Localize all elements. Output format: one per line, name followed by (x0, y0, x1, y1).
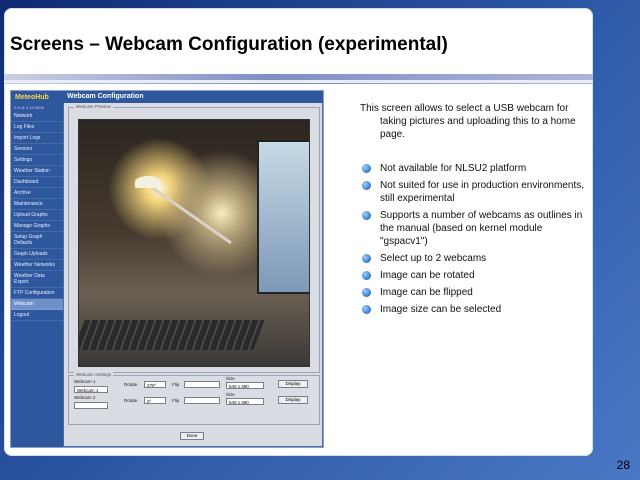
size1-label: Size (226, 376, 235, 381)
rotate2-select[interactable]: 0° (144, 397, 166, 404)
webcam-config-screenshot: MeteoHub 2.6 v1.2 12.2006 Network Log Fil… (10, 90, 324, 448)
bullet-text: Image size can be selected (380, 304, 502, 315)
slide-description: This screen allows to select a USB webca… (360, 102, 584, 141)
bullet-item: Image can be rotated (362, 269, 587, 282)
nav-item-2[interactable]: Import Logs (11, 133, 63, 144)
nav-item-17[interactable]: Logout (11, 310, 63, 321)
bullet-text: Not suited for use in production environ… (380, 180, 584, 204)
bullet-text: Image can be flipped (380, 287, 473, 298)
bullet-dot-icon (362, 271, 371, 280)
page-number: 28 (616, 458, 630, 472)
bullet-item: Select up to 2 webcams (362, 252, 587, 265)
nav-item-15[interactable]: FTP Configuration (11, 288, 63, 299)
lamp-arm-shape (148, 184, 232, 245)
rotate1-select[interactable]: 270° (144, 381, 166, 388)
nav-item-14[interactable]: Weather Data Export (11, 271, 63, 288)
nav-item-7[interactable]: Archive (11, 188, 63, 199)
app-header: Webcam Configuration (63, 91, 323, 103)
nav-item-8[interactable]: Maintenance (11, 199, 63, 210)
bullet-dot-icon (362, 164, 371, 173)
app-brand: MeteoHub (15, 94, 49, 101)
monitor-shape (257, 140, 309, 294)
nav-item-5[interactable]: Weather Station (11, 166, 63, 177)
app-nav: Network Log Files Import Logs Sensors Settin… (11, 111, 63, 321)
bullet-dot-icon (362, 211, 371, 220)
nav-item-16[interactable]: Webcam (11, 299, 63, 310)
bullet-dot-icon (362, 254, 371, 263)
keyboard-shape (79, 320, 265, 350)
bullet-item: Not suited for use in production environ… (362, 179, 587, 205)
size2-label: Size (226, 392, 235, 397)
bullet-item: Supports a number of webcams as outlines… (362, 209, 587, 248)
title-divider (4, 74, 593, 84)
webcam1-label: Webcam 1 (74, 379, 96, 384)
flip2-select[interactable] (184, 397, 220, 404)
done-button[interactable]: Done (180, 432, 204, 440)
app-main: Webcam Preview Webcam Settings Webcam 1 … (64, 103, 322, 446)
flip1-label: Flip (172, 382, 180, 387)
bullet-dot-icon (362, 288, 371, 297)
nav-item-9[interactable]: Upload Graphs (11, 210, 63, 221)
bullet-item: Image size can be selected (362, 303, 587, 316)
lamp-head-shape (135, 176, 161, 188)
nav-item-11[interactable]: Setup Graph Defaults (11, 232, 63, 249)
bullet-item: Not available for NLSU2 platform (362, 162, 587, 175)
bullet-text: Supports a number of webcams as outlines… (380, 210, 583, 247)
preview-legend: Webcam Preview (74, 104, 113, 109)
display2-button[interactable]: Display (278, 396, 308, 404)
bullet-dot-icon (362, 181, 371, 190)
webcam-preview-image (78, 119, 310, 367)
nav-item-3[interactable]: Sensors (11, 144, 63, 155)
flip2-label: Flip (172, 398, 180, 403)
rotate1-label: Rotate (124, 382, 138, 387)
nav-item-10[interactable]: Manage Graphs (11, 221, 63, 232)
size2-select[interactable]: 640 x 480 (226, 398, 264, 405)
display1-button[interactable]: Display (278, 380, 308, 388)
bullet-text: Select up to 2 webcams (380, 253, 487, 264)
flip1-select[interactable] (184, 381, 220, 388)
nav-item-1[interactable]: Log Files (11, 122, 63, 133)
bullet-dot-icon (362, 305, 371, 314)
settings-legend: Webcam Settings (74, 372, 114, 377)
description-text: This screen allows to select a USB webca… (360, 103, 576, 140)
bullet-text: Image can be rotated (380, 270, 475, 281)
app-sidebar: MeteoHub 2.6 v1.2 12.2006 Network Log Fil… (11, 91, 63, 447)
nav-item-4[interactable]: Settings (11, 155, 63, 166)
webcam2-select[interactable] (74, 402, 108, 409)
nav-item-12[interactable]: Graph Uploads (11, 249, 63, 260)
nav-item-6[interactable]: Dashboard (11, 177, 63, 188)
feature-bullets: Not available for NLSU2 platform Not suit… (362, 162, 587, 320)
webcam1-select[interactable]: Webcam 1 (74, 386, 108, 393)
nav-item-13[interactable]: Weather Networks (11, 260, 63, 271)
app-version: 2.6 v1.2 12.2006 (14, 105, 44, 110)
size1-select[interactable]: 640 x 480 (226, 382, 264, 389)
bullet-item: Image can be flipped (362, 286, 587, 299)
slide-title: Screens – Webcam Configuration (experime… (10, 34, 448, 55)
bullet-text: Not available for NLSU2 platform (380, 163, 527, 174)
webcam2-label: Webcam 2 (74, 395, 96, 400)
nav-item-0[interactable]: Network (11, 111, 63, 122)
rotate2-label: Rotate (124, 398, 138, 403)
